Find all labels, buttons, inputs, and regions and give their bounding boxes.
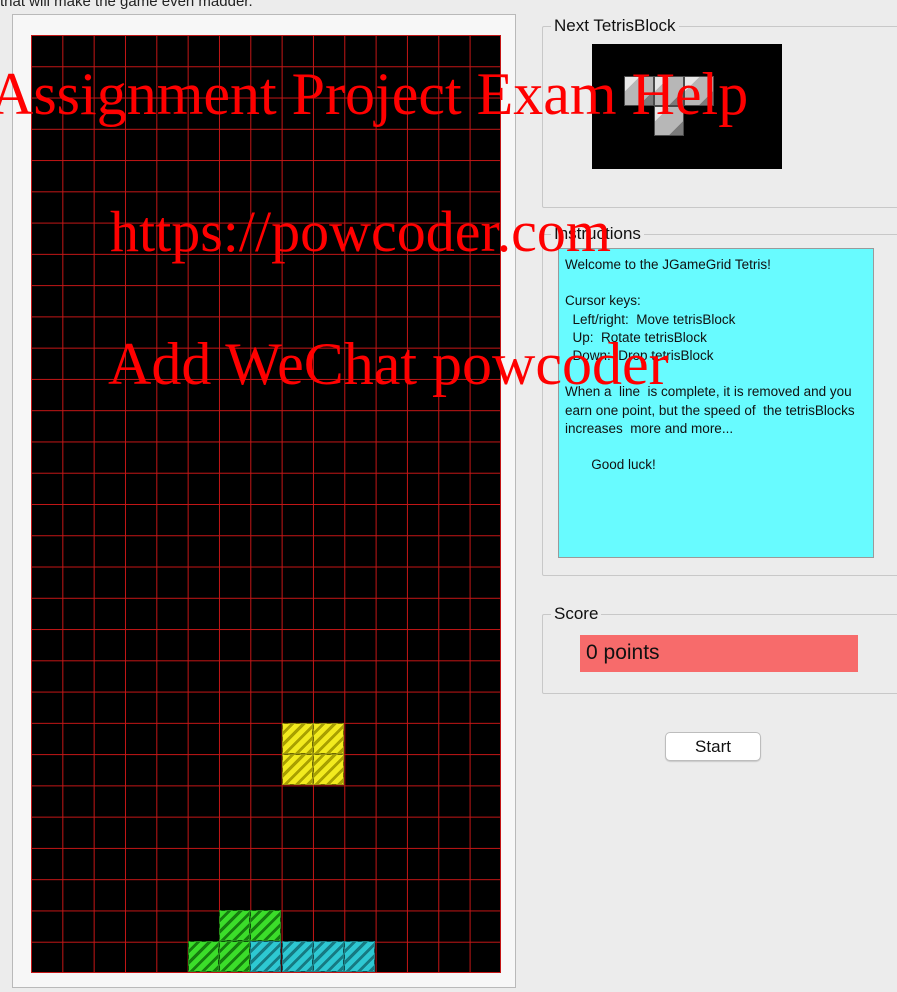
landed-block-cell bbox=[313, 941, 344, 972]
score-value: 0 points bbox=[580, 635, 858, 672]
next-block-label: Next TetrisBlock bbox=[554, 16, 676, 35]
falling-block-cell bbox=[313, 723, 344, 754]
landed-block-cell bbox=[282, 941, 313, 972]
instructions-label: Instructions bbox=[554, 224, 641, 243]
falling-block-cell bbox=[282, 723, 313, 754]
landed-block-cell bbox=[219, 941, 250, 972]
next-block-cell bbox=[624, 76, 654, 106]
game-board[interactable] bbox=[31, 35, 501, 973]
landed-block-cell bbox=[250, 941, 281, 972]
landed-block-cell bbox=[250, 910, 281, 941]
next-block-cell bbox=[684, 76, 714, 106]
next-block-cell bbox=[654, 76, 684, 106]
falling-block-cell bbox=[282, 754, 313, 785]
next-block-preview bbox=[592, 44, 782, 169]
falling-block-cell bbox=[313, 754, 344, 785]
start-button[interactable]: Start bbox=[665, 732, 761, 761]
landed-block-cell bbox=[219, 910, 250, 941]
score-label: Score bbox=[554, 604, 599, 623]
landed-block-cell bbox=[344, 941, 375, 972]
instructions-text: Welcome to the JGameGrid Tetris! Cursor … bbox=[558, 248, 874, 558]
landed-block-cell bbox=[188, 941, 219, 972]
caption-text: that will make the game even madder. bbox=[0, 0, 253, 10]
next-block-cell bbox=[654, 106, 684, 136]
